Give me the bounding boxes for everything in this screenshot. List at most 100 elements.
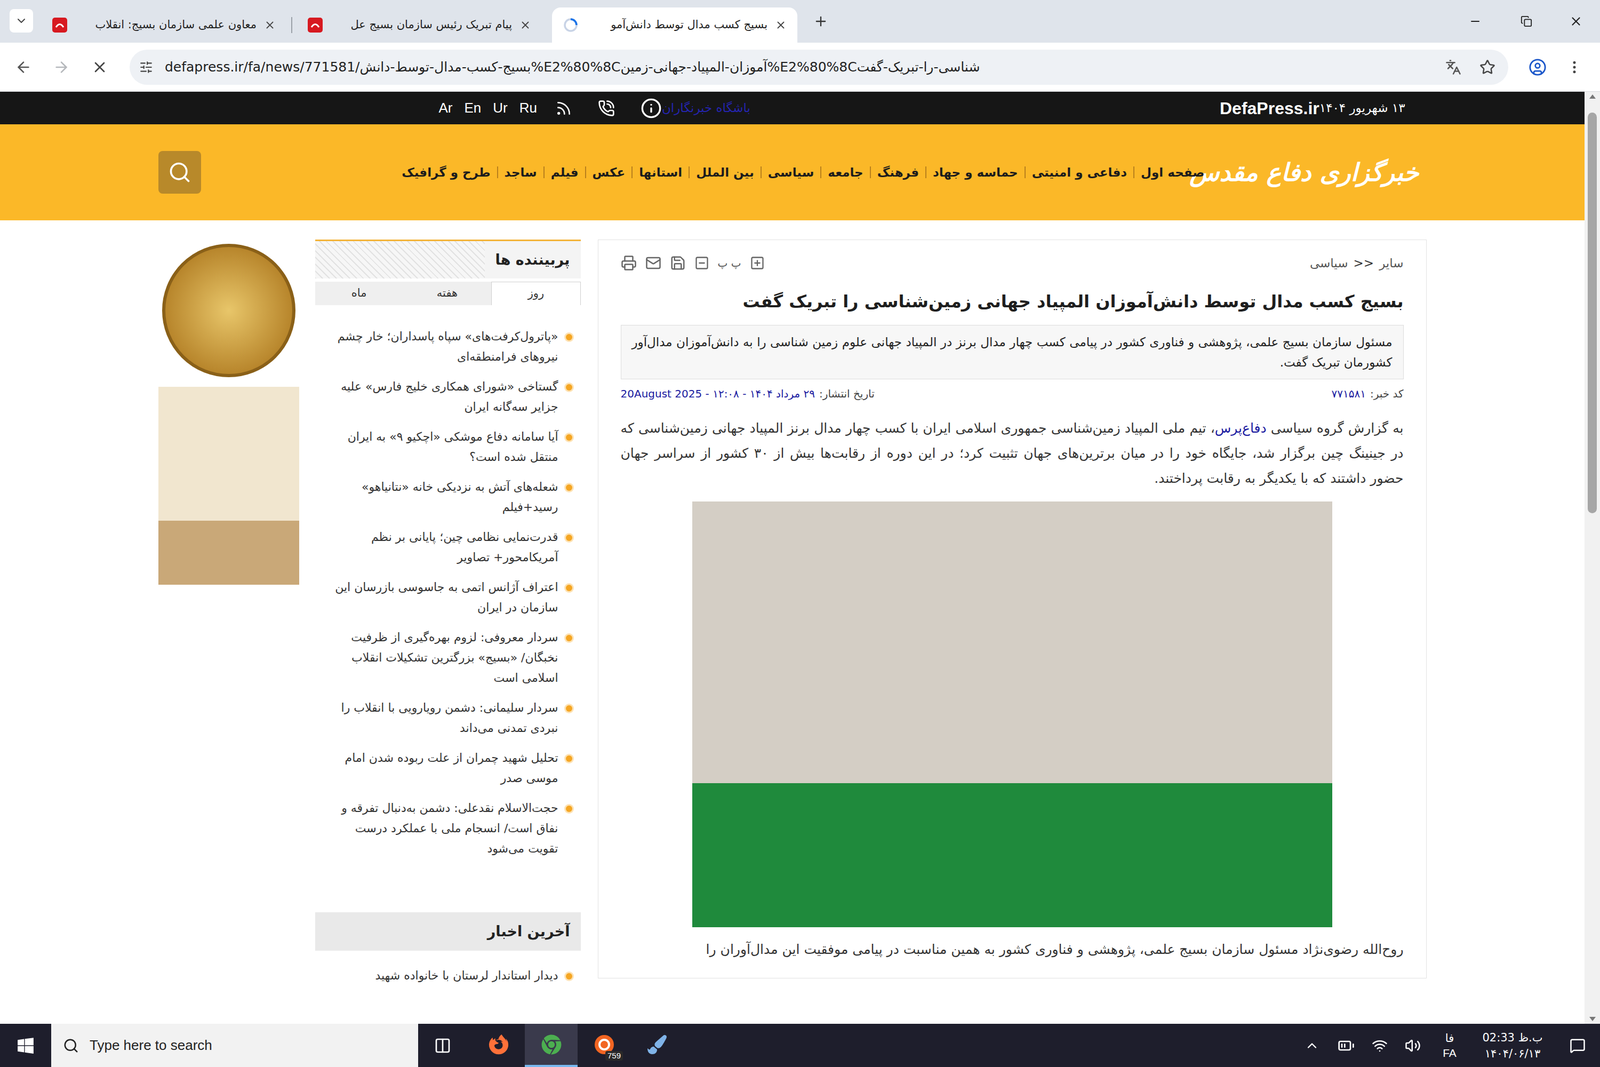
nav-item[interactable]: ساجد (498, 163, 544, 182)
site-info-icon[interactable] (139, 60, 154, 75)
language-indicator[interactable]: فاFA (1429, 1023, 1470, 1067)
popular-item[interactable]: اعتراف آژانس اتمی به جاسوسی بازرسان این … (325, 577, 573, 618)
reload-button[interactable] (83, 51, 116, 84)
popular-item[interactable]: «پاترول‌کرفت‌های» سپاه پاسداران؛ خار چشم… (325, 326, 573, 367)
popular-item[interactable]: گستاخی «شورای همکاری خلیج فارس» علیه جزا… (325, 376, 573, 418)
viewport: ۱۳ شهریور ۱۴۰۴DefaPress.irباشگاه خبرنگار… (0, 91, 1600, 1024)
profile-button[interactable] (1521, 51, 1554, 84)
site-logo[interactable]: خبرگزاری دفاع مقدس (1253, 157, 1420, 188)
scrollbar[interactable] (1584, 91, 1600, 1024)
nav-item[interactable]: حماسه و جهاد (926, 163, 1025, 182)
loading-spinner-icon (562, 17, 579, 34)
popular-item[interactable]: سردار معروفی: لزوم بهره‌گیری از ظرفیت نخ… (325, 627, 573, 688)
language-link[interactable]: En (464, 97, 482, 119)
scrollbar-thumb[interactable] (1587, 112, 1597, 514)
hidden-icons-button[interactable] (1294, 1023, 1330, 1067)
bookmark-star-icon[interactable] (1479, 59, 1496, 76)
tab-close-icon[interactable] (264, 19, 276, 31)
forward-button[interactable] (45, 51, 78, 84)
popular-tab[interactable]: هفته (403, 281, 492, 306)
taskbar-app[interactable]: 759 (577, 1023, 631, 1067)
font-size-label: پ پ (717, 254, 742, 271)
restore-button[interactable] (1500, 0, 1552, 43)
nav-item[interactable]: سیاسی (761, 163, 821, 182)
taskbar-app[interactable] (472, 1023, 525, 1067)
nav-item[interactable]: فیلم (544, 163, 586, 182)
nav-item[interactable]: بین الملل (689, 163, 761, 182)
nav-item[interactable]: جامعه (821, 163, 870, 182)
tab-close-icon[interactable] (774, 19, 787, 31)
task-view-button[interactable] (418, 1023, 468, 1067)
language-link[interactable]: Ru (519, 97, 538, 119)
taskbar-search[interactable]: Type here to search (51, 1023, 419, 1067)
nav-item[interactable]: عکس (586, 163, 632, 182)
tab-close-icon[interactable] (519, 19, 532, 31)
browser-tab[interactable]: بسیج کسب مدال توسط دانش‌آمو (552, 7, 798, 43)
coin-banner[interactable] (158, 239, 300, 381)
search-icon (168, 160, 192, 184)
notifications-button[interactable] (1555, 1023, 1600, 1067)
minimize-button[interactable] (1449, 0, 1501, 43)
popular-tabs: روزهفتهماه (315, 281, 581, 306)
battery-icon (1337, 1036, 1355, 1054)
taskbar-app[interactable] (630, 1023, 684, 1067)
back-button[interactable] (7, 51, 40, 84)
latest-item[interactable]: دیدار استاندار لرستان با خانواده شهید (325, 965, 573, 986)
font-decrease-icon[interactable] (694, 255, 710, 271)
rahian-noor-banner[interactable] (158, 386, 300, 585)
phone-icon[interactable] (597, 99, 615, 117)
nav-item[interactable]: طرح و گرافیک (395, 163, 497, 182)
browser-tab[interactable]: پیام تبریک رئیس سازمان بسیج عل (296, 7, 542, 43)
info-icon[interactable] (640, 97, 662, 119)
font-increase-icon[interactable] (749, 255, 765, 271)
popular-header: پربیننده ها (315, 239, 581, 279)
language-link[interactable]: Ar (438, 97, 453, 119)
nav-item[interactable]: صفحه اول (1134, 163, 1211, 182)
breadcrumb-item[interactable]: سیاسی (1309, 253, 1349, 273)
breadcrumb-item[interactable]: سایر (1379, 253, 1404, 273)
search-placeholder: Type here to search (89, 1034, 213, 1056)
network-button[interactable] (1363, 1023, 1397, 1067)
battery-button[interactable] (1329, 1023, 1364, 1067)
language-link[interactable]: Ur (492, 97, 508, 119)
popular-item[interactable]: حجت‌الاسلام نقدعلی: دشمن به‌دنبال تفرقه … (325, 797, 573, 859)
nav-item[interactable]: فرهنگ (870, 163, 926, 182)
popular-item[interactable]: قدرت‌نمایی نظامی چین؛ پایانی بر نظم آمری… (325, 526, 573, 568)
save-icon[interactable] (669, 254, 686, 271)
browser-toolbar: defapress.ir/fa/news/771581/بسیج-کسب-مدا… (0, 42, 1600, 92)
clock[interactable]: 02:33 ب.ظ۱۴۰۴/۰۶/۱۳ (1469, 1023, 1556, 1067)
rss-icon[interactable] (555, 99, 573, 117)
popular-item[interactable]: شعله‌های آتش به نزدیکی خانه «نتانیاهو» ر… (325, 476, 573, 518)
nav-item[interactable]: دفاعی و امنیتی (1025, 163, 1134, 182)
wifi-icon (1371, 1037, 1388, 1054)
popular-item[interactable]: تحلیل شهید چمران از علت ربوده شدن امام م… (325, 747, 573, 789)
popular-item[interactable]: سردار سلیمانی: دشمن رویارویی با انقلاب ر… (325, 697, 573, 739)
tab-search-button[interactable] (9, 9, 34, 33)
search-button[interactable] (158, 150, 202, 194)
omnibox[interactable]: defapress.ir/fa/news/771581/بسیج-کسب-مدا… (129, 49, 1509, 85)
close-button[interactable] (1552, 0, 1600, 43)
nav-item[interactable]: استانها (632, 163, 689, 182)
nav-separator (820, 166, 822, 179)
scroll-down-icon[interactable] (1588, 1016, 1597, 1022)
mail-icon[interactable] (645, 254, 662, 271)
article-tools: پ پ (620, 254, 765, 271)
nav-separator (760, 166, 762, 179)
popular-tab[interactable]: ماه (315, 281, 404, 306)
print-icon[interactable] (620, 254, 637, 271)
start-button[interactable] (0, 1023, 52, 1067)
browser-tab[interactable]: معاون علمی سازمان بسیج: انقلاب (41, 7, 287, 43)
new-tab-button[interactable] (809, 9, 833, 34)
topbar-link[interactable]: باشگاه خبرنگاران (661, 98, 751, 118)
popular-tab[interactable]: روز (491, 281, 581, 306)
topbar-brand[interactable]: DefaPress.ir (1219, 95, 1320, 122)
volume-button[interactable] (1396, 1023, 1430, 1067)
menu-button[interactable] (1558, 51, 1591, 84)
source-link[interactable]: دفاع‌پرس (1214, 420, 1267, 436)
scroll-up-icon[interactable] (1588, 93, 1597, 100)
site-favicon-icon (307, 17, 324, 34)
translate-icon[interactable] (1445, 59, 1462, 76)
popular-item[interactable]: آیا سامانه دفاع موشکی «اچکیو ۹» به ایران… (325, 426, 573, 468)
bullet-dot (565, 634, 573, 642)
taskbar-app[interactable] (524, 1023, 578, 1067)
